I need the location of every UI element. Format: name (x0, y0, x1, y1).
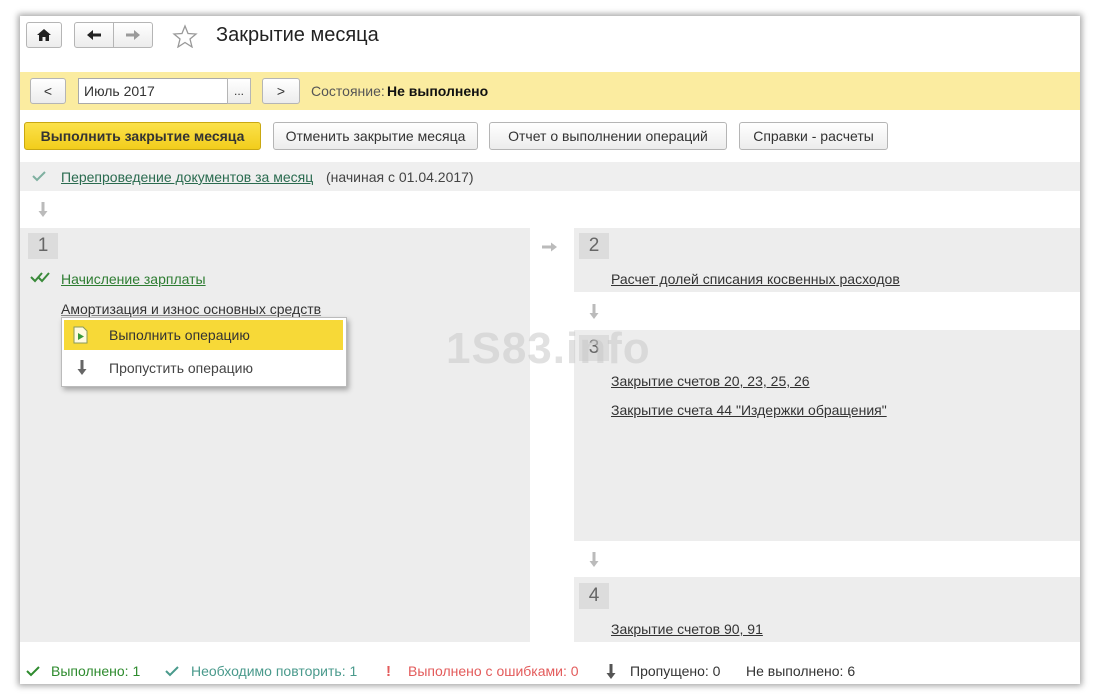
period-select-button[interactable]: ... (227, 78, 251, 104)
double-check-icon (30, 271, 50, 283)
star-icon[interactable] (172, 24, 198, 48)
step-3-item-account-44[interactable]: Закрытие счета 44 "Издержки обращения" (611, 402, 887, 418)
step-2-item-indirect-costs[interactable]: Расчет долей списания косвенных расходов (611, 271, 900, 287)
step-1-item-salary[interactable]: Начисление зарплаты (61, 271, 206, 287)
arrow-down-icon (77, 360, 87, 376)
repost-documents-link[interactable]: Перепроведение документов за месяц (61, 169, 313, 185)
state-value: Не выполнено (387, 83, 489, 99)
menu-item-label: Выполнить операцию (109, 327, 250, 343)
status-not-done[interactable]: Не выполнено: 6 (746, 663, 855, 679)
home-icon (36, 28, 52, 42)
window: Закрытие месяца < Июль 2017 ... > Состоя… (20, 16, 1080, 684)
cancel-month-close-button[interactable]: Отменить закрытие месяца (273, 122, 478, 150)
menu-item-skip-operation[interactable]: Пропустить операцию (64, 353, 343, 383)
exclamation-icon: ! (386, 663, 391, 680)
arrow-down-icon (606, 664, 616, 680)
status-bar: Выполнено: 1 Необходимо повторить: 1 ! В… (20, 656, 1080, 684)
state-label: Состояние: (311, 83, 385, 99)
prev-period-button[interactable]: < (30, 78, 66, 104)
check-icon (26, 665, 40, 677)
flow-arrow-right-icon (542, 242, 558, 252)
status-skipped[interactable]: Пропущено: 0 (630, 663, 720, 679)
repost-note: (начиная с 01.04.2017) (326, 169, 474, 185)
step-4-item-accounts-90-91[interactable]: Закрытие счетов 90, 91 (611, 621, 763, 637)
run-month-close-button[interactable]: Выполнить закрытие месяца (24, 122, 261, 150)
check-icon (32, 170, 46, 182)
period-state-bar: < Июль 2017 ... > Состояние: Не выполнен… (20, 72, 1080, 110)
step-1-panel: 1 Начисление зарплаты Амортизация и изно… (20, 228, 530, 642)
step-2-panel: 2 Расчет долей списания косвенных расход… (574, 228, 1080, 292)
check-icon (165, 665, 179, 677)
flow-arrow-down-icon (589, 304, 599, 320)
menu-item-run-operation[interactable]: Выполнить операцию (64, 320, 343, 350)
period-field[interactable]: Июль 2017 (78, 78, 228, 104)
watermark: 1S83.info (446, 324, 651, 373)
flow-arrow-down-icon (38, 202, 48, 218)
step-3-item-accounts-20-26[interactable]: Закрытие счетов 20, 23, 25, 26 (611, 373, 810, 389)
home-button[interactable] (26, 22, 62, 48)
step-number: 4 (579, 583, 609, 609)
context-menu: Выполнить операцию Пропустить операцию (61, 317, 347, 387)
step-number: 2 (579, 233, 609, 259)
arrow-left-icon (86, 29, 102, 41)
status-repeat[interactable]: Необходимо повторить: 1 (191, 663, 357, 679)
page-title: Закрытие месяца (216, 24, 379, 46)
calculations-button[interactable]: Справки - расчеты (739, 122, 888, 150)
step-number: 1 (28, 233, 58, 259)
step-1-item-amortization[interactable]: Амортизация и износ основных средств (61, 301, 321, 317)
flow-arrow-down-icon (589, 552, 599, 568)
step-4-panel: 4 Закрытие счетов 90, 91 (574, 577, 1080, 642)
back-button[interactable] (74, 22, 114, 48)
status-errors[interactable]: Выполнено с ошибками: 0 (408, 663, 579, 679)
forward-button[interactable] (113, 22, 153, 48)
repost-row: Перепроведение документов за месяц (начи… (20, 162, 1080, 191)
run-document-icon (73, 326, 89, 344)
menu-item-label: Пропустить операцию (109, 360, 253, 376)
operations-report-button[interactable]: Отчет о выполнении операций (489, 122, 727, 150)
next-period-button[interactable]: > (262, 78, 300, 104)
arrow-right-icon (125, 29, 141, 41)
status-done[interactable]: Выполнено: 1 (51, 663, 140, 679)
